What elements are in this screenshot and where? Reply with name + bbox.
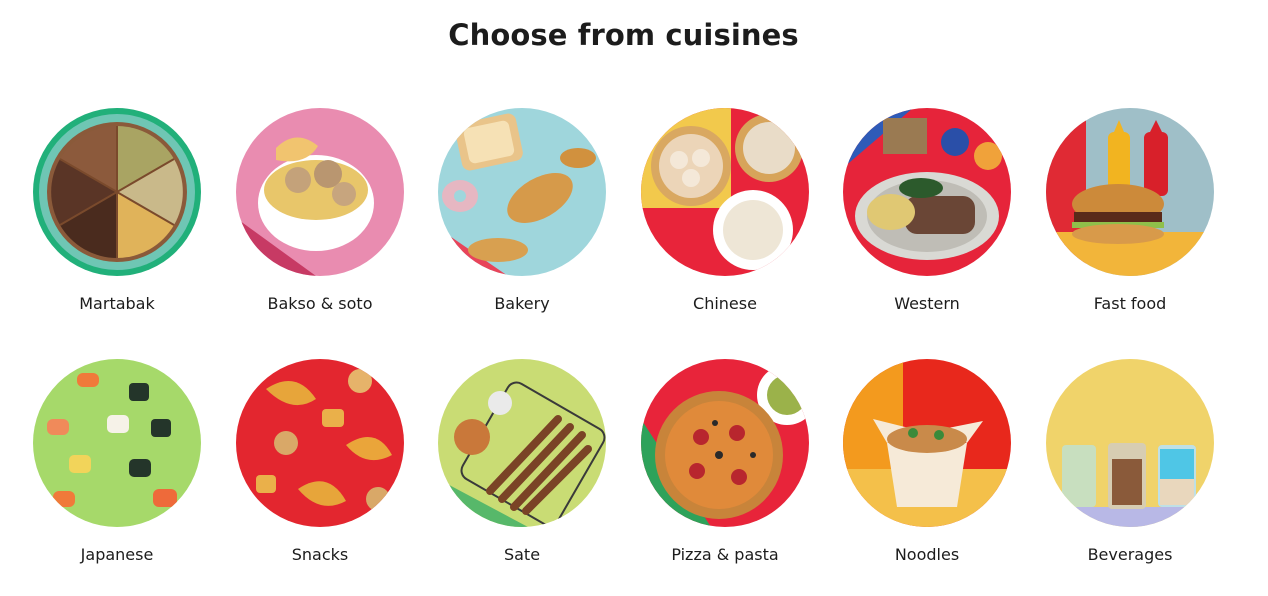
cuisine-tile-fast-food[interactable]: Fast food bbox=[1029, 108, 1231, 330]
cuisine-label: Japanese bbox=[80, 545, 154, 564]
cuisine-grid: Martabak Bakso & soto Bakery Chinese Wes… bbox=[0, 0, 1268, 596]
cuisine-label: Martabak bbox=[79, 294, 155, 313]
cuisine-tile-martabak[interactable]: Martabak bbox=[16, 108, 218, 330]
bakso-soto-image bbox=[236, 108, 404, 276]
cuisine-tile-bakso-soto[interactable]: Bakso & soto bbox=[219, 108, 421, 330]
snacks-image bbox=[236, 359, 404, 527]
cuisine-tile-sate[interactable]: Sate bbox=[421, 359, 623, 581]
western-image bbox=[843, 108, 1011, 276]
cuisine-tile-western[interactable]: Western bbox=[826, 108, 1028, 330]
cuisine-label: Snacks bbox=[291, 545, 349, 564]
cuisine-label: Beverages bbox=[1087, 545, 1173, 564]
cuisine-tile-pizza-pasta[interactable]: Pizza & pasta bbox=[624, 359, 826, 581]
cuisine-label: Bakso & soto bbox=[267, 294, 373, 313]
cuisine-label: Bakery bbox=[494, 294, 550, 313]
cuisine-tile-noodles[interactable]: Noodles bbox=[826, 359, 1028, 581]
fast-food-image bbox=[1046, 108, 1214, 276]
cuisine-label: Noodles bbox=[894, 545, 960, 564]
bakery-image bbox=[438, 108, 606, 276]
cuisine-label: Fast food bbox=[1093, 294, 1167, 313]
cuisine-tile-chinese[interactable]: Chinese bbox=[624, 108, 826, 330]
cuisine-label: Sate bbox=[503, 545, 541, 564]
cuisine-label: Western bbox=[894, 294, 960, 313]
cuisine-label: Pizza & pasta bbox=[671, 545, 779, 564]
beverages-image bbox=[1046, 359, 1214, 527]
japanese-image bbox=[33, 359, 201, 527]
noodles-image bbox=[843, 359, 1011, 527]
pizza-pasta-image bbox=[641, 359, 809, 527]
cuisine-tile-japanese[interactable]: Japanese bbox=[16, 359, 218, 581]
chinese-image bbox=[641, 108, 809, 276]
cuisine-tile-beverages[interactable]: Beverages bbox=[1029, 359, 1231, 581]
cuisine-label: Chinese bbox=[693, 294, 757, 313]
cuisine-tile-bakery[interactable]: Bakery bbox=[421, 108, 623, 330]
sate-image bbox=[438, 359, 606, 527]
martabak-image bbox=[33, 108, 201, 276]
cuisine-tile-snacks[interactable]: Snacks bbox=[219, 359, 421, 581]
